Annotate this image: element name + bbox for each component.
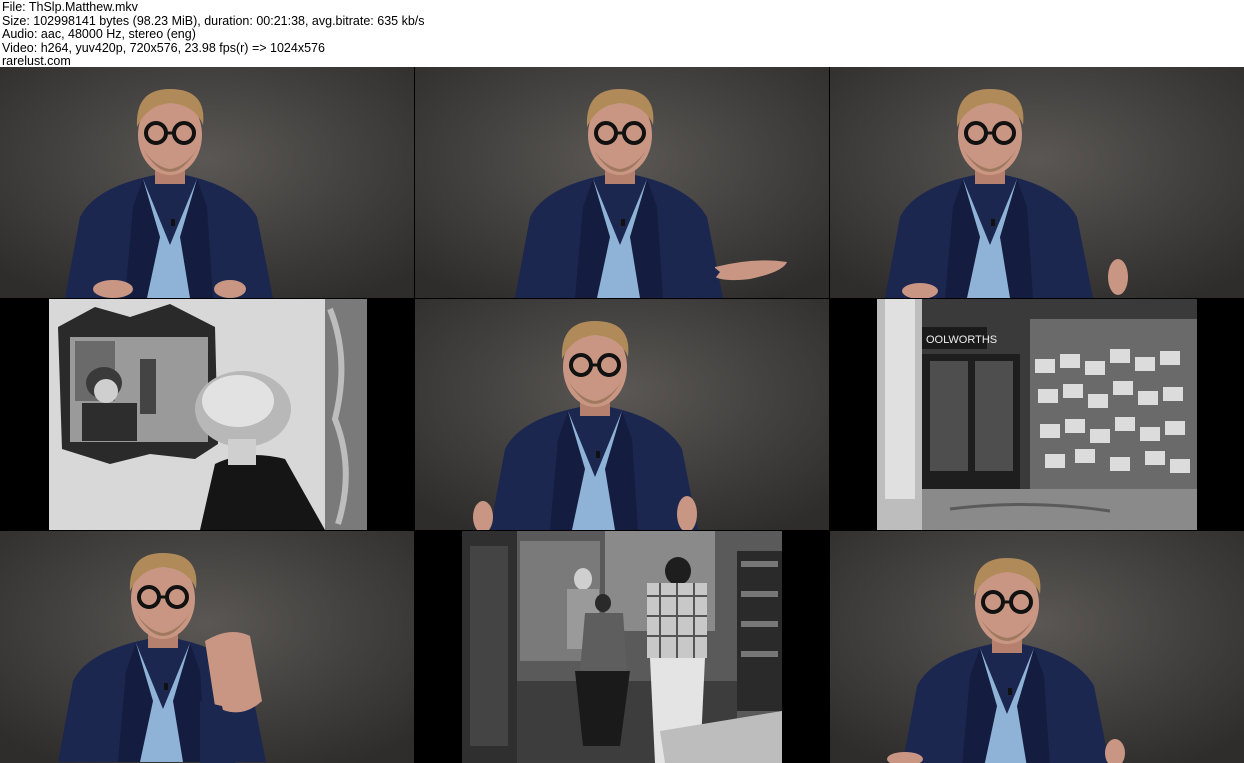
audio-info-line: Audio: aac, 48000 Hz, stereo (eng) (2, 27, 196, 42)
file-name-line: File: ThSlp.Matthew.mkv (2, 0, 138, 14)
interview-frame-image (0, 531, 414, 763)
film-still-mirror-image (0, 299, 414, 530)
thumbnail-frame-3 (830, 67, 1244, 298)
thumbnail-frame-5 (415, 299, 829, 530)
thumbnail-grid: OOLWORTHS (0, 67, 1244, 763)
interview-frame-image (830, 531, 1244, 763)
thumbnail-frame-1 (0, 67, 414, 298)
thumbnail-frame-4 (0, 299, 414, 530)
file-info-header: File: ThSlp.Matthew.mkv Size: 102998141 … (0, 0, 1244, 68)
interview-frame-image (830, 67, 1244, 298)
film-still-shopfront-image: OOLWORTHS (830, 299, 1244, 530)
interview-frame-image (415, 299, 829, 530)
thumbnail-frame-9 (830, 531, 1244, 763)
film-still-office-image (415, 531, 829, 763)
video-info-line: Video: h264, yuv420p, 720x576, 23.98 fps… (2, 40, 325, 55)
thumbnail-frame-7 (0, 531, 414, 763)
thumbnail-frame-8 (415, 531, 829, 763)
interview-frame-image (0, 67, 414, 298)
interview-frame-image (415, 67, 829, 298)
size-duration-line: Size: 102998141 bytes (98.23 MiB), durat… (2, 13, 425, 28)
thumbnail-frame-6: OOLWORTHS (830, 299, 1244, 530)
thumbnail-frame-2 (415, 67, 829, 298)
shop-sign-text: OOLWORTHS (926, 334, 997, 346)
